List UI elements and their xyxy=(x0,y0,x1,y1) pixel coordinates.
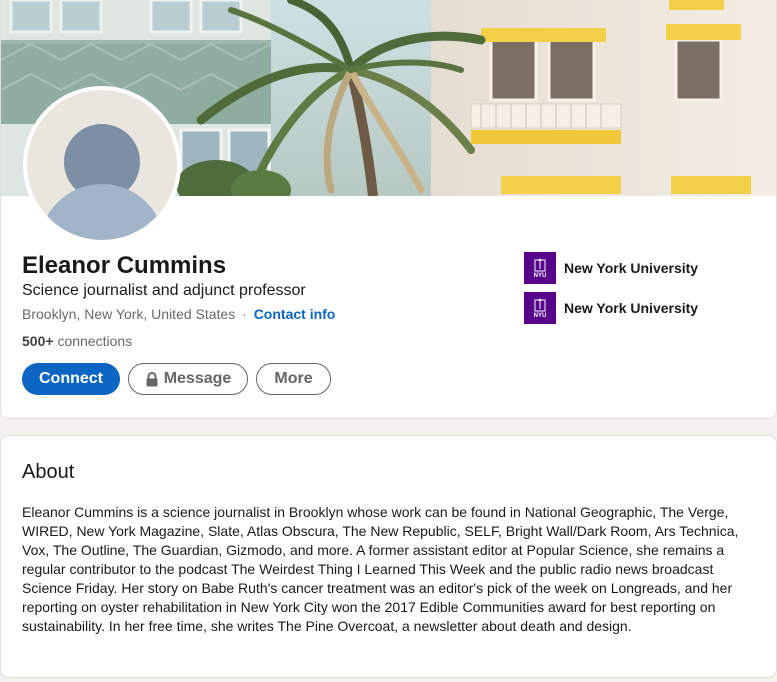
profile-location: Brooklyn, New York, United States xyxy=(22,306,236,322)
message-button-label: Message xyxy=(163,370,232,387)
location-row: Brooklyn, New York, United States · Cont… xyxy=(22,306,335,322)
connections-count: 500+ xyxy=(22,333,54,349)
education-item[interactable]: NYU New York University xyxy=(524,292,698,324)
nyu-logo-text: NYU xyxy=(533,273,547,279)
connections-label: connections xyxy=(57,333,133,349)
contact-info-link[interactable]: Contact info xyxy=(254,306,336,322)
lock-icon xyxy=(145,371,159,387)
education-item[interactable]: NYU New York University xyxy=(524,252,698,284)
more-button-label: More xyxy=(274,370,313,387)
connections-row[interactable]: 500+ connections xyxy=(22,333,132,349)
avatar-body-silhouette xyxy=(39,184,165,240)
about-text: Eleanor Cummins is a science journalist … xyxy=(22,504,739,634)
separator-dot: · xyxy=(242,306,247,322)
about-section: About Eleanor Cummins is a science journ… xyxy=(0,435,777,678)
profile-name: Eleanor Cummins xyxy=(22,252,227,279)
profile-avatar[interactable] xyxy=(23,86,181,244)
connect-button[interactable]: Connect xyxy=(22,363,120,395)
profile-top-card: Eleanor Cummins Science journalist and a… xyxy=(0,0,777,419)
nyu-logo-icon: NYU xyxy=(524,292,556,324)
about-title: About xyxy=(22,461,75,483)
education-school-name: New York University xyxy=(564,300,699,316)
more-button[interactable]: More xyxy=(256,363,331,395)
nyu-logo-icon: NYU xyxy=(524,252,556,284)
nyu-logo-text: NYU xyxy=(533,313,547,319)
profile-headline: Science journalist and adjunct professor xyxy=(22,282,306,299)
message-button[interactable]: Message xyxy=(128,363,248,395)
connect-button-label: Connect xyxy=(39,370,103,387)
education-school-name: New York University xyxy=(564,260,699,276)
